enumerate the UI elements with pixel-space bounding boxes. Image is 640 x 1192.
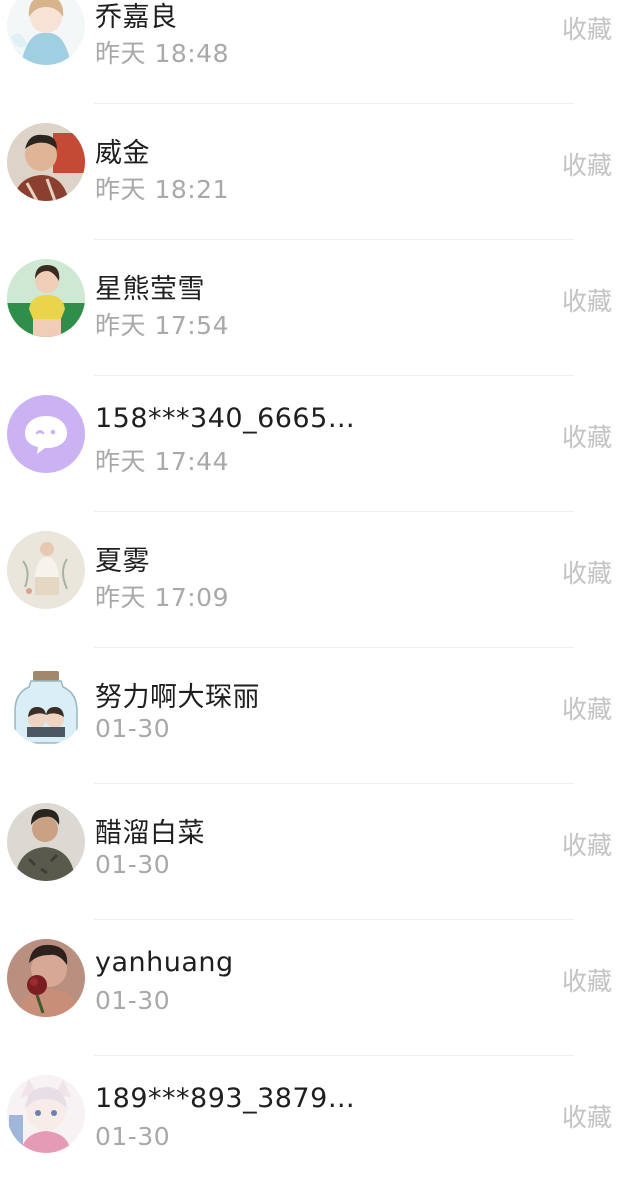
anime-cat-girl-avatar[interactable] [7,1075,85,1153]
list-item[interactable]: 158***340_6665… 昨天 17:44 收藏 [0,376,640,512]
contact-time: 昨天 17:09 [95,583,229,612]
contact-time: 昨天 17:54 [95,311,229,340]
favorite-button[interactable]: 收藏 [562,10,612,46]
contact-time: 昨天 18:21 [95,175,229,204]
contact-time: 01-30 [95,850,171,879]
list-item[interactable]: 醋溜白菜 01-30 收藏 [0,784,640,920]
contact-name: 醋溜白菜 [95,818,205,849]
favorite-button[interactable]: 收藏 [562,826,612,862]
chat-bubble-avatar[interactable] [7,395,85,473]
contact-name: 星熊莹雪 [95,274,205,305]
list-item[interactable]: yanhuang 01-30 收藏 [0,920,640,1056]
favorite-button[interactable]: 收藏 [562,282,612,318]
favorite-button[interactable]: 收藏 [562,554,612,590]
contact-name: 乔嘉良 [95,2,178,33]
jar-avatar[interactable] [7,667,85,745]
favorite-button[interactable]: 收藏 [562,418,612,454]
contact-name: 夏雾 [95,546,150,577]
man-portrait-avatar[interactable] [7,803,85,881]
list-item[interactable]: 乔嘉良 昨天 18:48 收藏 [0,0,640,104]
man-photo-avatar[interactable] [7,123,85,201]
contact-name: 努力啊大琛丽 [95,682,260,713]
list-item[interactable]: 夏雾 昨天 17:09 收藏 [0,512,640,648]
contact-list: 乔嘉良 昨天 18:48 收藏 威金 昨天 18:21 收藏 星熊莹雪 昨天 1… [0,0,640,1192]
favorite-button[interactable]: 收藏 [562,690,612,726]
illustration-avatar[interactable] [7,531,85,609]
contact-name: 158***340_6665… [95,403,356,434]
woman-photo-avatar[interactable] [7,259,85,337]
contact-time: 01-30 [95,1122,171,1151]
man-rose-avatar[interactable] [7,939,85,1017]
anime-girl-avatar[interactable] [7,0,85,65]
list-item[interactable]: 努力啊大琛丽 01-30 收藏 [0,648,640,784]
favorite-button[interactable]: 收藏 [562,962,612,998]
list-item[interactable]: 威金 昨天 18:21 收藏 [0,104,640,240]
list-item[interactable]: 189***893_3879… 01-30 收藏 [0,1056,640,1192]
contact-name: 189***893_3879… [95,1083,356,1114]
contact-time: 昨天 17:44 [95,447,229,476]
favorite-button[interactable]: 收藏 [562,1098,612,1134]
contact-time: 01-30 [95,714,171,743]
contact-name: yanhuang [95,947,234,978]
list-item[interactable]: 星熊莹雪 昨天 17:54 收藏 [0,240,640,376]
contact-name: 威金 [95,138,150,169]
contact-time: 昨天 18:48 [95,39,229,68]
favorite-button[interactable]: 收藏 [562,146,612,182]
contact-time: 01-30 [95,986,171,1015]
